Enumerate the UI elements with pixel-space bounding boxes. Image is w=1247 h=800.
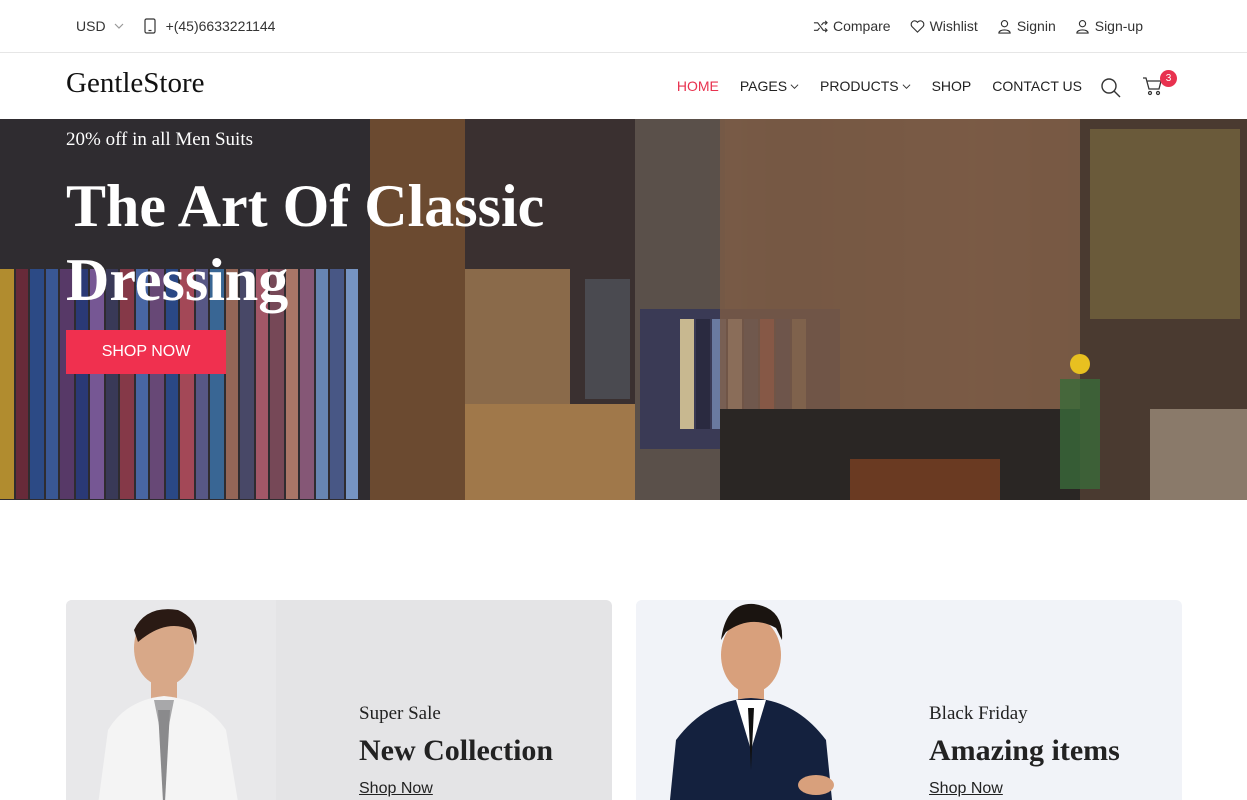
main-header: GentleStore HOME PAGES PRODUCTS SHOP CON…: [0, 53, 1247, 119]
nav-pages-label: PAGES: [739, 78, 788, 94]
top-bar-left: USD +(45)6633221144: [76, 0, 275, 52]
hero-title: The Art Of Classic Dressing: [66, 173, 545, 313]
nav-products[interactable]: PRODUCTS: [820, 78, 911, 94]
shop-now-link[interactable]: Shop Now: [929, 780, 1003, 798]
user-icon: [1076, 19, 1089, 34]
signin-link[interactable]: Signin: [997, 18, 1056, 34]
chevron-down-icon: [902, 83, 911, 89]
site-logo[interactable]: GentleStore: [66, 67, 205, 100]
currency-label: USD: [76, 18, 106, 34]
card-tag: Super Sale: [359, 703, 441, 724]
currency-selector[interactable]: USD: [76, 18, 124, 34]
compare-link[interactable]: Compare: [813, 18, 891, 34]
model-navy-suit-image: [636, 600, 866, 800]
wishlist-link[interactable]: Wishlist: [910, 18, 978, 34]
shop-now-link[interactable]: Shop Now: [359, 780, 433, 798]
nav-shop[interactable]: SHOP: [932, 78, 972, 94]
nav-home-label: HOME: [676, 78, 719, 94]
phone-number: +(45)6633221144: [165, 18, 276, 34]
compare-label: Compare: [832, 18, 891, 34]
card-heading: New Collection: [359, 734, 554, 767]
nav-products-label: PRODUCTS: [820, 78, 899, 94]
wishlist-label: Wishlist: [929, 18, 978, 34]
signup-label: Sign-up: [1094, 18, 1143, 34]
promo-card-amazing-items[interactable]: Black Friday Amazing items Shop Now: [636, 600, 1182, 800]
cart-count-badge: 3: [1160, 70, 1177, 87]
model-white-suit-image: [66, 600, 276, 800]
shuffle-icon: [813, 19, 828, 33]
chevron-down-icon: [114, 23, 123, 29]
nav-pages[interactable]: PAGES: [740, 78, 799, 94]
shop-now-button[interactable]: SHOP NOW: [66, 330, 226, 374]
hero-banner: 20% off in all Men Suits The Art Of Clas…: [0, 119, 1247, 500]
chevron-down-icon: [790, 83, 799, 89]
promo-card-new-collection[interactable]: Super Sale New Collection Shop Now: [66, 600, 612, 800]
card-tag: Black Friday: [929, 703, 1028, 724]
card-heading: Amazing items: [929, 734, 1120, 767]
top-bar-right: Compare Wishlist Signin Sign-up: [813, 0, 1143, 52]
hero-subtitle: 20% off in all Men Suits: [66, 129, 254, 150]
top-bar: USD +(45)6633221144 Compare Wishlist Sig…: [0, 0, 1247, 53]
main-nav: HOME PAGES PRODUCTS SHOP CONTACT US: [677, 53, 1082, 119]
nav-home[interactable]: HOME: [677, 78, 719, 94]
signin-label: Signin: [1016, 18, 1056, 34]
nav-contact-label: CONTACT US: [992, 78, 1082, 94]
nav-shop-label: SHOP: [931, 78, 972, 94]
search-icon[interactable]: [1100, 77, 1122, 99]
signup-link[interactable]: Sign-up: [1075, 18, 1143, 34]
nav-contact[interactable]: CONTACT US: [992, 78, 1082, 94]
phone-contact[interactable]: +(45)6633221144: [143, 18, 276, 34]
phone-icon: [143, 18, 156, 34]
user-icon: [998, 19, 1011, 34]
heart-icon: [910, 19, 924, 33]
